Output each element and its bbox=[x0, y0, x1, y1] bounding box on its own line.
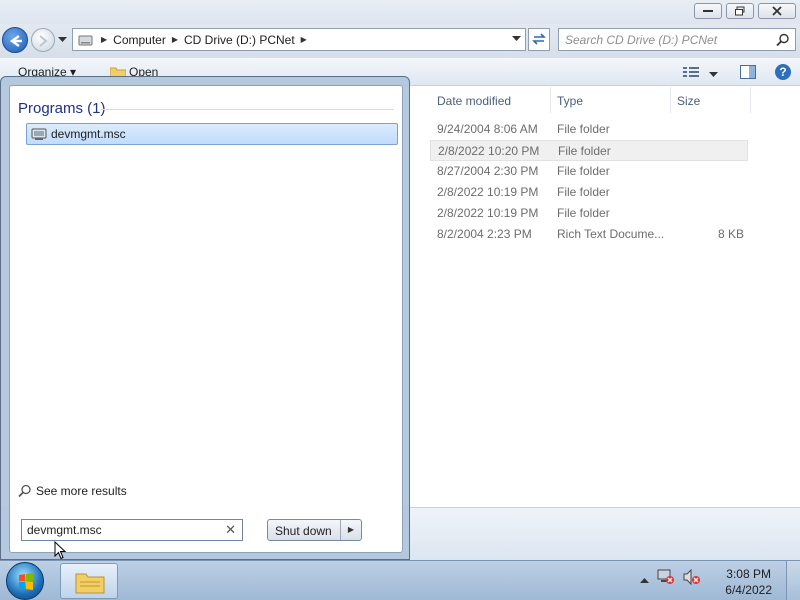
file-date: 8/2/2004 2:23 PM bbox=[437, 227, 532, 241]
search-result-devmgmt[interactable]: devmgmt.msc bbox=[26, 123, 398, 145]
see-more-results-link[interactable]: See more results bbox=[18, 484, 127, 498]
file-type: File folder bbox=[557, 122, 610, 136]
drive-icon bbox=[78, 35, 93, 45]
search-icon bbox=[18, 484, 31, 498]
column-type[interactable]: Type bbox=[551, 87, 671, 113]
device-manager-icon bbox=[31, 128, 47, 140]
shut-down-button[interactable]: Shut down ▶ bbox=[267, 519, 362, 541]
close-icon bbox=[772, 6, 782, 16]
close-button[interactable] bbox=[758, 3, 796, 19]
search-results-panel: Programs (1) devmgmt.msc See more result… bbox=[9, 85, 403, 553]
programs-section-header: Programs (1) bbox=[18, 100, 106, 117]
file-row[interactable]: 2/8/2022 10:19 PM File folder bbox=[430, 182, 748, 203]
start-menu: Programs (1) devmgmt.msc See more result… bbox=[0, 76, 410, 560]
shut-down-options-arrow-icon[interactable]: ▶ bbox=[340, 520, 361, 540]
back-button[interactable] bbox=[2, 27, 28, 53]
column-date-modified[interactable]: Date modified bbox=[431, 87, 551, 113]
minimize-icon bbox=[703, 10, 713, 12]
show-desktop-button[interactable] bbox=[786, 561, 800, 600]
network-icon bbox=[657, 569, 674, 584]
title-bar bbox=[0, 0, 800, 24]
column-size[interactable]: Size bbox=[671, 87, 751, 113]
back-arrow-icon bbox=[9, 35, 22, 47]
breadcrumb-cd-drive[interactable]: CD Drive (D:) PCNet bbox=[184, 33, 295, 47]
recent-pages-dropdown-icon[interactable] bbox=[58, 37, 67, 43]
breadcrumb-chevron-icon[interactable]: ▶ bbox=[301, 35, 307, 44]
file-row[interactable]: 8/27/2004 2:30 PM File folder bbox=[430, 161, 748, 182]
breadcrumb-computer[interactable]: Computer bbox=[113, 33, 166, 47]
view-controls: ? bbox=[673, 63, 792, 84]
volume-tray-button[interactable] bbox=[683, 568, 701, 588]
see-more-results-label: See more results bbox=[36, 484, 127, 498]
explorer-search-box[interactable] bbox=[558, 28, 796, 51]
file-date: 9/24/2004 8:06 AM bbox=[437, 122, 538, 136]
address-row: ▶ Computer ▶ CD Drive (D:) PCNet ▶ bbox=[0, 24, 800, 58]
file-type: File folder bbox=[558, 144, 611, 158]
help-icon: ? bbox=[775, 64, 791, 80]
help-button[interactable]: ? bbox=[774, 63, 792, 84]
taskbar-explorer-button[interactable] bbox=[60, 563, 118, 599]
volume-muted-icon bbox=[683, 568, 700, 586]
file-date: 2/8/2022 10:19 PM bbox=[437, 206, 539, 220]
file-row[interactable]: 2/8/2022 10:19 PM File folder bbox=[430, 203, 748, 224]
preview-pane-icon bbox=[740, 65, 756, 79]
forward-button[interactable] bbox=[31, 28, 55, 52]
explorer-search-input[interactable] bbox=[565, 29, 765, 50]
start-search-input[interactable] bbox=[27, 520, 222, 540]
chevron-up-icon bbox=[640, 577, 649, 583]
details-view-icon bbox=[683, 67, 699, 77]
svg-text:?: ? bbox=[779, 65, 786, 79]
breadcrumb-chevron-icon[interactable]: ▶ bbox=[172, 35, 178, 44]
clear-search-icon[interactable]: ✕ bbox=[225, 523, 236, 538]
file-row[interactable]: 9/24/2004 8:06 AM File folder bbox=[430, 119, 748, 140]
network-tray-button[interactable] bbox=[657, 569, 675, 588]
maximize-button[interactable] bbox=[726, 3, 754, 19]
taskbar: 3:08 PM 6/4/2022 bbox=[0, 560, 800, 600]
restore-icon bbox=[735, 6, 745, 16]
view-options-dropdown[interactable] bbox=[709, 67, 718, 81]
file-row-selected[interactable]: 2/8/2022 10:20 PM File folder bbox=[430, 140, 748, 161]
file-row[interactable]: 8/2/2004 2:23 PM Rich Text Docume... 8 K… bbox=[430, 224, 748, 245]
forward-arrow-icon bbox=[39, 35, 48, 47]
search-result-label: devmgmt.msc bbox=[51, 127, 126, 141]
windows-logo-icon bbox=[19, 573, 33, 590]
file-date: 8/27/2004 2:30 PM bbox=[437, 164, 539, 178]
address-dropdown-icon[interactable] bbox=[512, 36, 521, 42]
chevron-down-icon bbox=[709, 71, 718, 77]
notification-area bbox=[640, 568, 709, 588]
mouse-cursor-icon bbox=[54, 541, 67, 560]
show-hidden-icons-button[interactable] bbox=[640, 572, 649, 586]
address-bar[interactable]: ▶ Computer ▶ CD Drive (D:) PCNet ▶ bbox=[72, 28, 526, 51]
minimize-button[interactable] bbox=[694, 3, 722, 19]
clock-time: 3:08 PM bbox=[726, 567, 771, 581]
refresh-button[interactable] bbox=[528, 28, 550, 51]
start-search-box[interactable]: ✕ bbox=[21, 519, 243, 541]
clock-date: 6/4/2022 bbox=[725, 583, 772, 597]
shut-down-label: Shut down bbox=[275, 524, 332, 538]
preview-pane-button[interactable] bbox=[740, 65, 756, 82]
clock[interactable]: 3:08 PM 6/4/2022 bbox=[725, 566, 772, 598]
file-type: File folder bbox=[557, 185, 610, 199]
file-type: File folder bbox=[557, 164, 610, 178]
folder-icon bbox=[75, 573, 105, 594]
file-type: File folder bbox=[557, 206, 610, 220]
file-size: 8 KB bbox=[717, 227, 744, 241]
section-divider bbox=[100, 109, 394, 110]
file-type: Rich Text Docume... bbox=[557, 227, 665, 241]
start-button[interactable] bbox=[6, 562, 44, 600]
window-controls bbox=[690, 3, 796, 19]
change-view-button[interactable] bbox=[683, 66, 699, 81]
refresh-icon bbox=[532, 33, 546, 45]
breadcrumb-chevron-icon[interactable]: ▶ bbox=[101, 35, 107, 44]
search-icon[interactable] bbox=[776, 33, 790, 47]
file-date: 2/8/2022 10:20 PM bbox=[438, 144, 540, 158]
file-date: 2/8/2022 10:19 PM bbox=[437, 185, 539, 199]
